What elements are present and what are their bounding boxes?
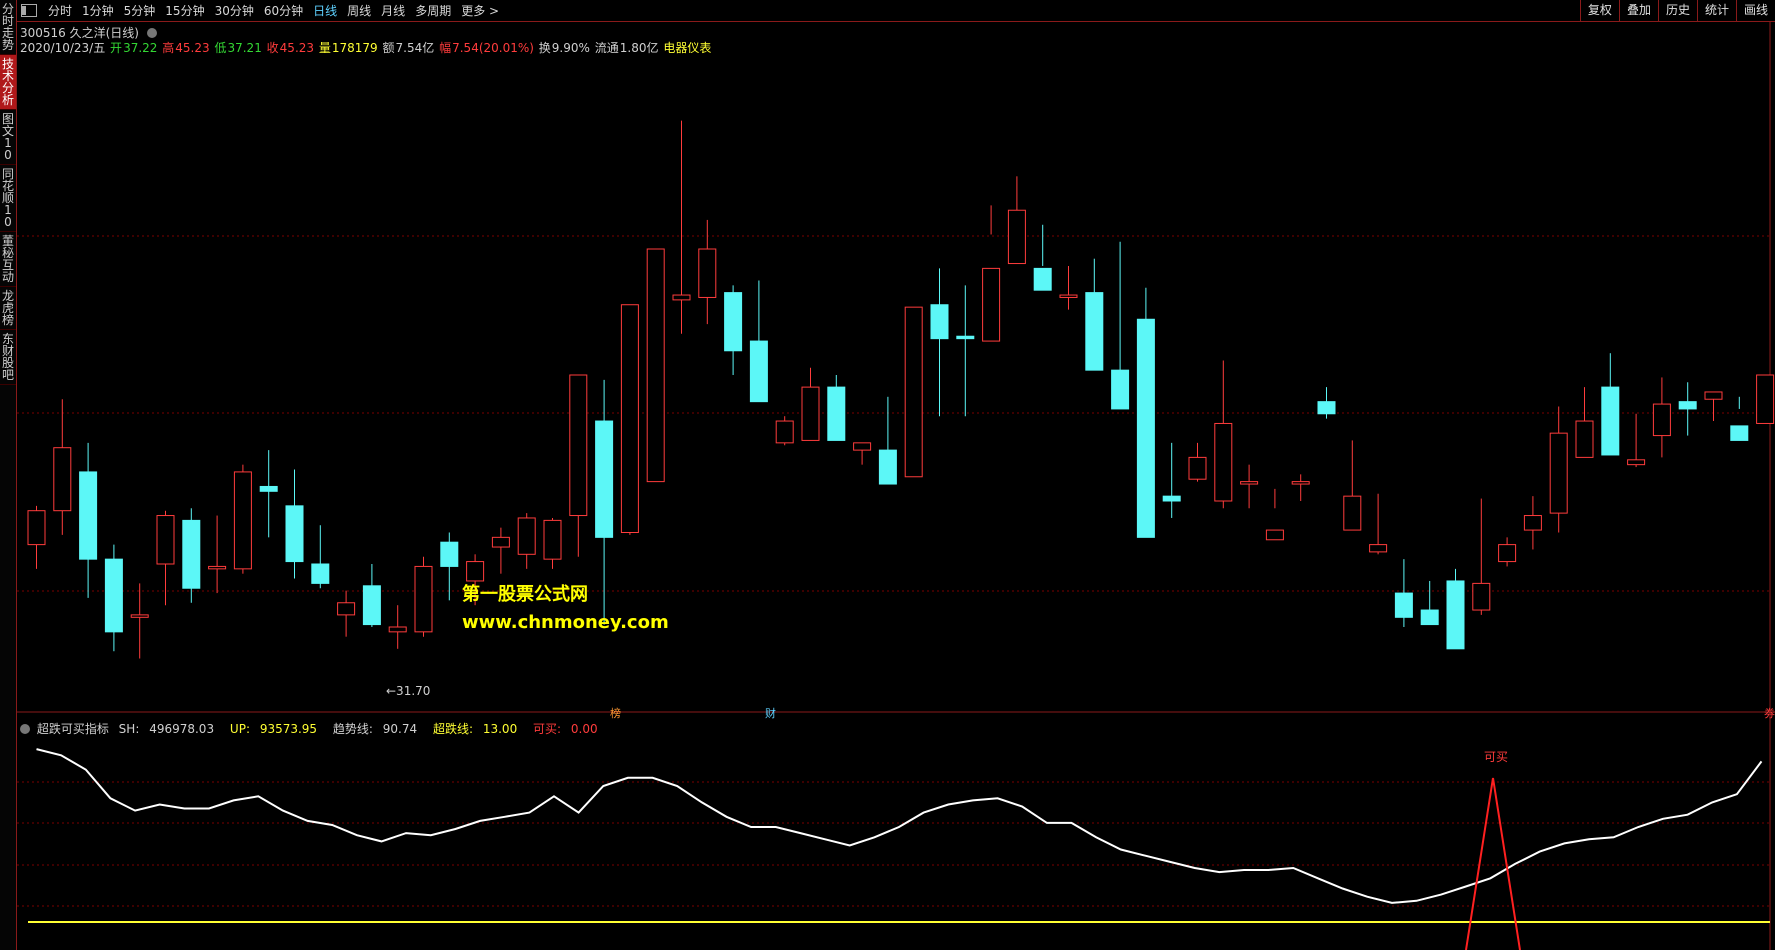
candle-down (1136, 318, 1155, 538)
candle-up (1549, 432, 1568, 514)
candle-up (543, 519, 562, 560)
candle-down (1162, 495, 1181, 502)
indicator-buy: 可买: 0.00 (533, 722, 598, 736)
candle-up (775, 420, 794, 444)
candle-down (285, 505, 304, 563)
buy-signal-spike (1465, 777, 1521, 950)
candle-up (156, 515, 175, 565)
event-mark-2[interactable]: 券 (1764, 705, 1775, 721)
candle-down (311, 563, 330, 584)
candle-down (1678, 401, 1697, 410)
candle-up (1343, 495, 1362, 531)
candle-up (620, 304, 639, 533)
candle-down (1317, 401, 1336, 415)
watermark-line1: 第一股票公式网 (462, 584, 588, 605)
low-price-marker: ←31.70 (386, 684, 431, 698)
candle-up (672, 294, 691, 301)
candle-up (1575, 420, 1594, 458)
candle-up (982, 267, 1001, 342)
candle-up (53, 447, 72, 512)
watermark-line2: www.chnmoney.com (462, 612, 669, 633)
candle-down (878, 449, 897, 485)
candle-up (1059, 294, 1078, 298)
candle-up (801, 386, 820, 441)
candle-up (1291, 481, 1310, 485)
candle-up (414, 565, 433, 633)
indicator-trend: 趋势线: 90.74 (332, 722, 418, 736)
candle-down (956, 335, 975, 340)
candle-up (1214, 422, 1233, 502)
candle-down (259, 485, 278, 492)
kline-chart[interactable] (0, 0, 1775, 950)
candle-down (1446, 580, 1465, 650)
candle-up (1523, 515, 1542, 531)
candle-up (517, 517, 536, 555)
candle-down (1111, 369, 1130, 410)
candle-up (1627, 459, 1646, 466)
indicator-sh: SH: 496978.03 (118, 722, 215, 736)
candle-up (491, 536, 510, 548)
event-mark-0[interactable]: 榜 (610, 705, 621, 721)
candle-down (1730, 425, 1749, 441)
candle-down (749, 340, 768, 403)
candle-up (1756, 374, 1775, 424)
candle-down (440, 541, 459, 567)
candle-up (130, 614, 149, 618)
stock-terminal-window: 分时走势 技术分析 图文10 同花顺10 董秘互动 龙虎榜 东财股吧 分时 1分钟 5分钟 15分… (0, 0, 1775, 950)
candle-up (466, 561, 485, 582)
candle-up (1652, 403, 1671, 437)
candle-down (827, 386, 846, 441)
indicator-oversold: 超跌线: 13.00 (432, 722, 518, 736)
candle-down (1033, 267, 1052, 291)
candle-up (388, 626, 407, 633)
candle-up (1369, 544, 1388, 553)
candle-up (1704, 391, 1723, 400)
indicator-collapse-icon[interactable] (20, 724, 30, 734)
event-mark-1[interactable]: 财 (765, 705, 776, 721)
candle-up (208, 565, 227, 570)
candle-up (1240, 481, 1259, 485)
candle-down (595, 420, 614, 538)
candle-up (853, 442, 872, 451)
candle-down (1085, 292, 1104, 371)
candle-down (182, 519, 201, 589)
candle-up (1188, 456, 1207, 480)
candle-down (1601, 386, 1620, 456)
candle-up (904, 306, 923, 478)
candle-up (698, 248, 717, 298)
candle-up (1472, 582, 1491, 611)
indicator-name[interactable]: 超跌可买指标 (37, 722, 109, 736)
indicator-header: 超跌可买指标 SH: 496978.03 UP: 93573.95 趋势线: 9… (20, 720, 610, 737)
candle-up (1007, 209, 1026, 265)
buy-signal-label: 可买 (1484, 750, 1509, 764)
candle-up (233, 471, 252, 570)
candle-down (362, 585, 381, 626)
candle-up (27, 510, 46, 546)
candle-down (1394, 592, 1413, 618)
candle-up (1498, 544, 1517, 563)
candle-up (569, 374, 588, 517)
candle-down (930, 304, 949, 340)
candle-down (1420, 609, 1439, 626)
indicator-up: UP: 93573.95 (229, 722, 318, 736)
candle-down (104, 558, 123, 633)
candle-up (646, 248, 665, 483)
candle-down (79, 471, 98, 560)
candle-up (337, 602, 356, 616)
candle-up (1265, 529, 1284, 541)
trend-line (36, 748, 1763, 904)
candle-down (724, 292, 743, 352)
